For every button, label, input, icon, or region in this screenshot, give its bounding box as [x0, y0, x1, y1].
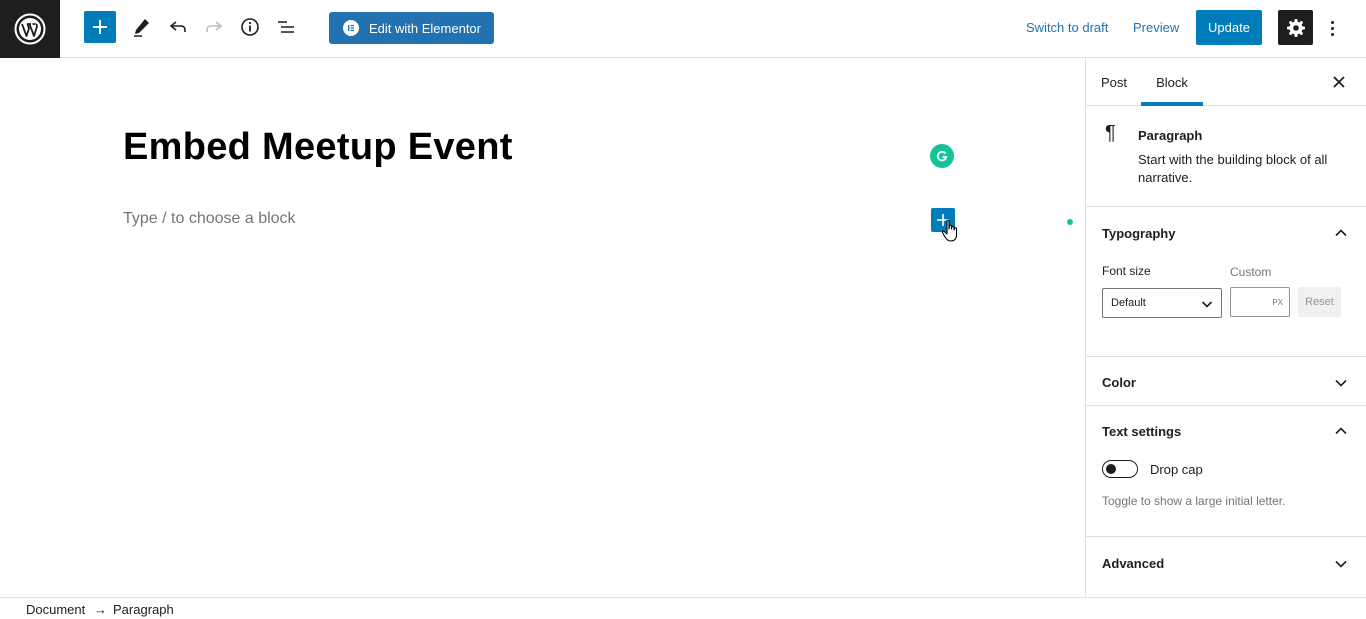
- paragraph-icon: ¶: [1105, 122, 1116, 144]
- preview-button[interactable]: Preview: [1133, 20, 1179, 35]
- reset-button[interactable]: Reset: [1298, 287, 1341, 317]
- settings-sidebar: Post Block ¶ Paragraph Start with the bu…: [1085, 58, 1366, 597]
- toggle-knob: [1106, 464, 1116, 474]
- gear-icon: [1286, 18, 1305, 37]
- drop-cap-toggle[interactable]: [1102, 460, 1138, 478]
- edit-with-elementor-button[interactable]: Edit with Elementor: [329, 12, 494, 44]
- block-breadcrumb: Document → Paragraph: [0, 597, 1366, 619]
- advanced-panel-toggle[interactable]: Advanced: [1102, 556, 1164, 571]
- block-card-title: Paragraph: [1138, 128, 1203, 143]
- info-icon: [241, 18, 259, 36]
- block-placeholder[interactable]: Type / to choose a block: [123, 210, 296, 228]
- breadcrumb-separator: →: [94, 602, 107, 617]
- editor-header: Edit with Elementor Switch to draft Prev…: [0, 0, 1366, 58]
- block-card-description: Start with the building block of all nar…: [1138, 152, 1328, 185]
- drop-cap-help: Toggle to show a large initial letter.: [1102, 494, 1286, 508]
- tools-button[interactable]: [125, 11, 157, 43]
- color-panel-toggle[interactable]: Color: [1102, 375, 1136, 390]
- text-settings-panel-toggle[interactable]: Text settings: [1102, 424, 1181, 439]
- editor-canvas: Embed Meetup Event Type / to choose a bl…: [0, 58, 1085, 597]
- update-button[interactable]: Update: [1196, 10, 1262, 45]
- status-dot: [1067, 219, 1073, 225]
- custom-font-size-input[interactable]: PX: [1230, 287, 1290, 317]
- list-view-icon: [278, 21, 294, 33]
- redo-icon: [206, 21, 223, 32]
- breadcrumb-document[interactable]: Document: [26, 602, 85, 617]
- list-view-button[interactable]: [270, 11, 302, 43]
- font-size-select[interactable]: Default: [1102, 288, 1222, 318]
- close-sidebar-button[interactable]: [1330, 73, 1348, 91]
- custom-size-label: Custom: [1230, 265, 1272, 279]
- pencil-icon: [134, 19, 149, 37]
- elementor-button-label: Edit with Elementor: [369, 20, 481, 36]
- elementor-icon: [343, 20, 359, 36]
- font-size-label: Font size: [1102, 264, 1151, 278]
- undo-button[interactable]: [162, 11, 194, 43]
- post-title[interactable]: Embed Meetup Event: [123, 126, 513, 169]
- settings-button[interactable]: [1278, 10, 1313, 45]
- more-options-button[interactable]: [1322, 14, 1342, 42]
- block-card: ¶ Paragraph Start with the building bloc…: [1086, 106, 1366, 207]
- sidebar-tabs: Post Block: [1086, 58, 1366, 106]
- chevron-down-icon: [1201, 301, 1213, 308]
- breadcrumb-paragraph[interactable]: Paragraph: [113, 602, 174, 617]
- unit-label: PX: [1272, 298, 1283, 307]
- wordpress-logo-button[interactable]: [0, 0, 60, 58]
- grammarly-icon[interactable]: [930, 144, 954, 168]
- hand-cursor-icon: [941, 219, 958, 242]
- dot-icon: [1330, 32, 1334, 36]
- chevron-up-icon[interactable]: [1334, 424, 1348, 438]
- typography-panel: Typography Font size Custom Default PX R…: [1086, 207, 1366, 357]
- switch-to-draft-button[interactable]: Switch to draft: [1026, 20, 1108, 35]
- text-settings-panel: Text settings Drop cap Toggle to show a …: [1086, 406, 1366, 537]
- wordpress-icon: [14, 13, 46, 45]
- font-size-select-value: Default: [1111, 297, 1146, 309]
- chevron-down-icon[interactable]: [1334, 376, 1348, 390]
- details-button[interactable]: [234, 11, 266, 43]
- chevron-up-icon[interactable]: [1334, 226, 1348, 240]
- redo-button[interactable]: [198, 11, 230, 43]
- tab-block[interactable]: Block: [1141, 58, 1203, 106]
- typography-panel-toggle[interactable]: Typography: [1102, 226, 1175, 241]
- close-icon: [1333, 76, 1345, 88]
- tab-post[interactable]: Post: [1090, 58, 1138, 106]
- chevron-down-icon[interactable]: [1334, 557, 1348, 571]
- color-panel: Color: [1086, 357, 1366, 406]
- plus-icon: [93, 20, 107, 34]
- add-block-button[interactable]: [84, 11, 116, 43]
- dot-icon: [1330, 26, 1334, 30]
- dot-icon: [1330, 20, 1334, 24]
- undo-icon: [169, 21, 186, 32]
- advanced-panel: Advanced: [1086, 537, 1366, 589]
- drop-cap-label: Drop cap: [1150, 462, 1203, 477]
